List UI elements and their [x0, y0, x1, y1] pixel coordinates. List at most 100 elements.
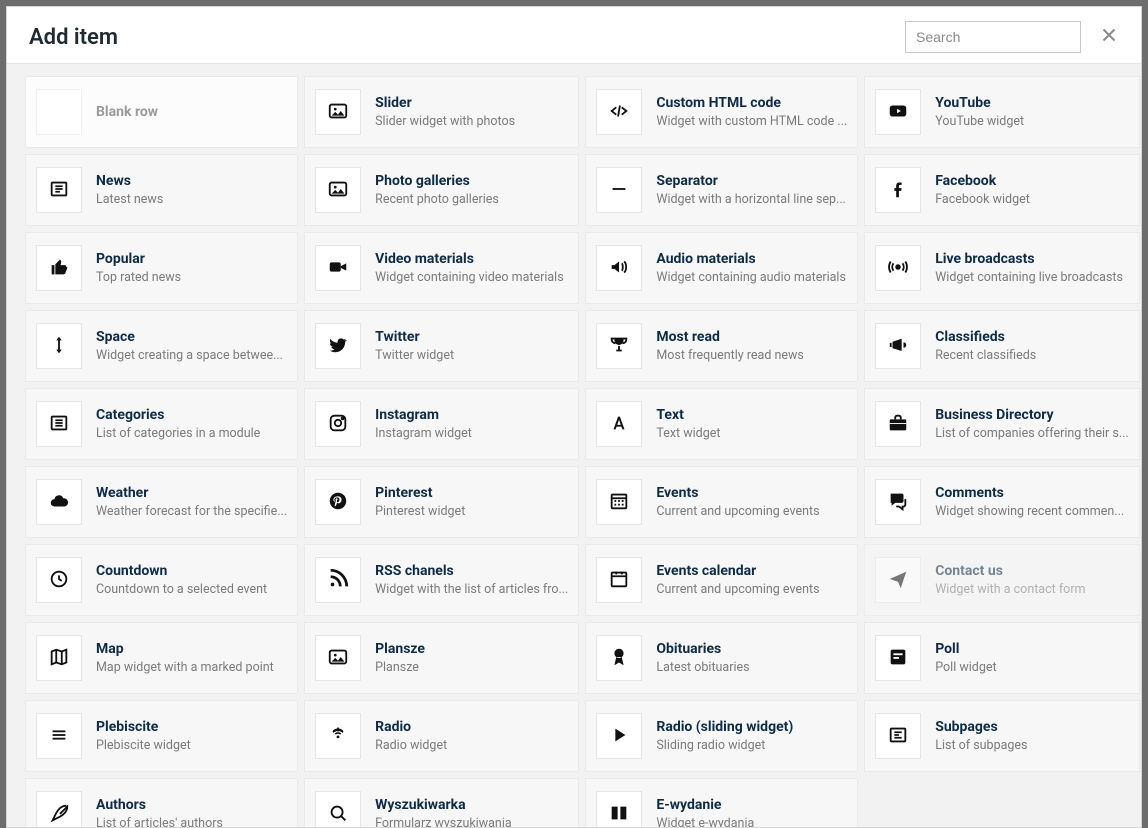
widget-card-title: Photo galleries: [375, 173, 568, 189]
widget-card[interactable]: PlanszePlansze: [304, 622, 579, 694]
widget-card-subtitle: Poll widget: [935, 660, 1128, 675]
widget-card[interactable]: Radio Radio widget: [304, 700, 579, 772]
text-a-icon: [596, 401, 642, 447]
widget-card-texts: Business DirectoryList of companies offe…: [935, 407, 1128, 441]
widget-card-texts: E-wydanieWidget e-wydania: [656, 797, 847, 827]
trophy-icon: [596, 323, 642, 369]
widget-card-title: Live broadcasts: [935, 251, 1128, 267]
widget-card-subtitle: List of companies offering their s...: [935, 426, 1128, 441]
widget-card[interactable]: SliderSlider widget with photos: [304, 76, 579, 148]
widget-card-texts: CountdownCountdown to a selected event: [96, 563, 287, 597]
newspaper-icon: [36, 167, 82, 213]
widget-card-subtitle: Radio widget: [375, 738, 568, 753]
widget-card-title: Map: [96, 641, 287, 657]
widget-card[interactable]: News Latest news: [25, 154, 298, 226]
widget-card-subtitle: Latest news: [96, 192, 287, 207]
widget-card[interactable]: ClassifiedsRecent classifieds: [864, 310, 1139, 382]
widget-card-title: Plebiscite: [96, 719, 287, 735]
widget-card-subtitle: Recent photo galleries: [375, 192, 568, 207]
widget-card[interactable]: PinterestPinterest widget: [304, 466, 579, 538]
widget-card-title: YouTube: [935, 95, 1128, 111]
widget-card[interactable]: Radio (sliding widget)Sliding radio widg…: [585, 700, 858, 772]
widget-card-title: Space: [96, 329, 287, 345]
widget-card-title: Classifieds: [935, 329, 1128, 345]
widget-card[interactable]: AuthorsList of articles' authors: [25, 778, 298, 827]
widget-card-subtitle: Formularz wyszukiwania: [375, 816, 568, 827]
widget-card-subtitle: List of subpages: [935, 738, 1128, 753]
image-icon: [315, 167, 361, 213]
widget-card-title: Weather: [96, 485, 287, 501]
widget-card-texts: RSS chanelsWidget with the list of artic…: [375, 563, 568, 597]
widget-card[interactable]: FacebookFacebook widget: [864, 154, 1139, 226]
list-icon: [36, 401, 82, 447]
calendar-grid-icon: [596, 479, 642, 525]
ribbon-icon: [596, 635, 642, 681]
widget-card-texts: AuthorsList of articles' authors: [96, 797, 287, 827]
rss-icon: [315, 557, 361, 603]
cloud-icon: [36, 479, 82, 525]
widget-card[interactable]: Weather Weather forecast for the specifie…: [25, 466, 298, 538]
widget-card[interactable]: CommentsWidget showing recent commen...: [864, 466, 1139, 538]
widget-card-title: Slider: [375, 95, 568, 111]
widget-card[interactable]: MapMap widget with a marked point: [25, 622, 298, 694]
widget-card[interactable]: Events calendarCurrent and upcoming even…: [585, 544, 858, 616]
widget-card[interactable]: EventsCurrent and upcoming events: [585, 466, 858, 538]
modal-body: Blank row SliderSlider widget with photos…: [7, 64, 1141, 827]
widget-card-subtitle: Widget with the list of articles fro...: [375, 582, 568, 597]
widget-card-subtitle: Widget creating a space betwee...: [96, 348, 287, 363]
widget-card-title: News: [96, 173, 287, 189]
widget-card-subtitle: Countdown to a selected event: [96, 582, 287, 597]
widget-card[interactable]: Photo galleries Recent photo galleries: [304, 154, 579, 226]
widget-card[interactable]: Subpages List of subpages: [864, 700, 1139, 772]
poll-icon: [875, 635, 921, 681]
widget-card[interactable]: Most readMost frequently read news: [585, 310, 858, 382]
widget-card[interactable]: Business DirectoryList of companies offe…: [864, 388, 1139, 460]
widget-card-texts: TwitterTwitter widget: [375, 329, 568, 363]
widget-card[interactable]: E-wydanieWidget e-wydania: [585, 778, 858, 827]
widget-card[interactable]: CountdownCountdown to a selected event: [25, 544, 298, 616]
widget-card[interactable]: Blank row: [25, 76, 298, 148]
widget-card[interactable]: Live broadcastsWidget containing live br…: [864, 232, 1139, 304]
widget-card[interactable]: PopularTop rated news: [25, 232, 298, 304]
widget-card-subtitle: Weather forecast for the specifie...: [96, 504, 287, 519]
facebook-icon: [875, 167, 921, 213]
blank-icon: [36, 89, 82, 135]
widget-card-title: Subpages: [935, 719, 1128, 735]
widget-card-title: Contact us: [935, 563, 1128, 579]
widget-card-texts: PlebiscitePlebiscite widget: [96, 719, 287, 753]
widget-card-texts: Weather Weather forecast for the specifie…: [96, 485, 287, 519]
widget-card[interactable]: TwitterTwitter widget: [304, 310, 579, 382]
widget-card-title: Twitter: [375, 329, 568, 345]
widget-card[interactable]: PlebiscitePlebiscite widget: [25, 700, 298, 772]
widget-card[interactable]: PollPoll widget: [864, 622, 1139, 694]
volume-icon: [596, 245, 642, 291]
widget-card[interactable]: InstagramInstagram widget: [304, 388, 579, 460]
items-grid: Blank row SliderSlider widget with photos…: [25, 76, 1123, 827]
widget-card[interactable]: Video materialsWidget containing video m…: [304, 232, 579, 304]
widget-card[interactable]: TextText widget: [585, 388, 858, 460]
widget-card-texts: SliderSlider widget with photos: [375, 95, 568, 129]
widget-card[interactable]: YouTubeYouTube widget: [864, 76, 1139, 148]
widget-card-title: Most read: [656, 329, 847, 345]
widget-card-texts: SeparatorWidget with a horizontal line s…: [656, 173, 847, 207]
widget-card[interactable]: CategoriesList of categories in a module: [25, 388, 298, 460]
widget-card[interactable]: Audio materialsWidget containing audio m…: [585, 232, 858, 304]
widget-card-title: Obituaries: [656, 641, 847, 657]
widget-card-texts: Radio (sliding widget)Sliding radio widg…: [656, 719, 847, 753]
search-icon: [315, 791, 361, 827]
widget-card[interactable]: ObituariesLatest obituaries: [585, 622, 858, 694]
widget-card[interactable]: SeparatorWidget with a horizontal line s…: [585, 154, 858, 226]
widget-card-subtitle: Sliding radio widget: [656, 738, 847, 753]
widget-card[interactable]: RSS chanelsWidget with the list of artic…: [304, 544, 579, 616]
widget-card-texts: Events calendarCurrent and upcoming even…: [656, 563, 847, 597]
search-input[interactable]: [905, 21, 1081, 53]
widget-card-subtitle: Current and upcoming events: [656, 504, 847, 519]
widget-card-subtitle: Text widget: [656, 426, 847, 441]
close-button[interactable]: [1099, 27, 1119, 47]
widget-card[interactable]: Custom HTML codeWidget with custom HTML …: [585, 76, 858, 148]
widget-card[interactable]: Space Widget creating a space betwee...: [25, 310, 298, 382]
widget-card-title: Radio: [375, 719, 568, 735]
widget-card-title: Wyszukiwarka: [375, 797, 568, 813]
widget-card-texts: Radio Radio widget: [375, 719, 568, 753]
widget-card[interactable]: Wyszukiwarka Formularz wyszukiwania: [304, 778, 579, 827]
